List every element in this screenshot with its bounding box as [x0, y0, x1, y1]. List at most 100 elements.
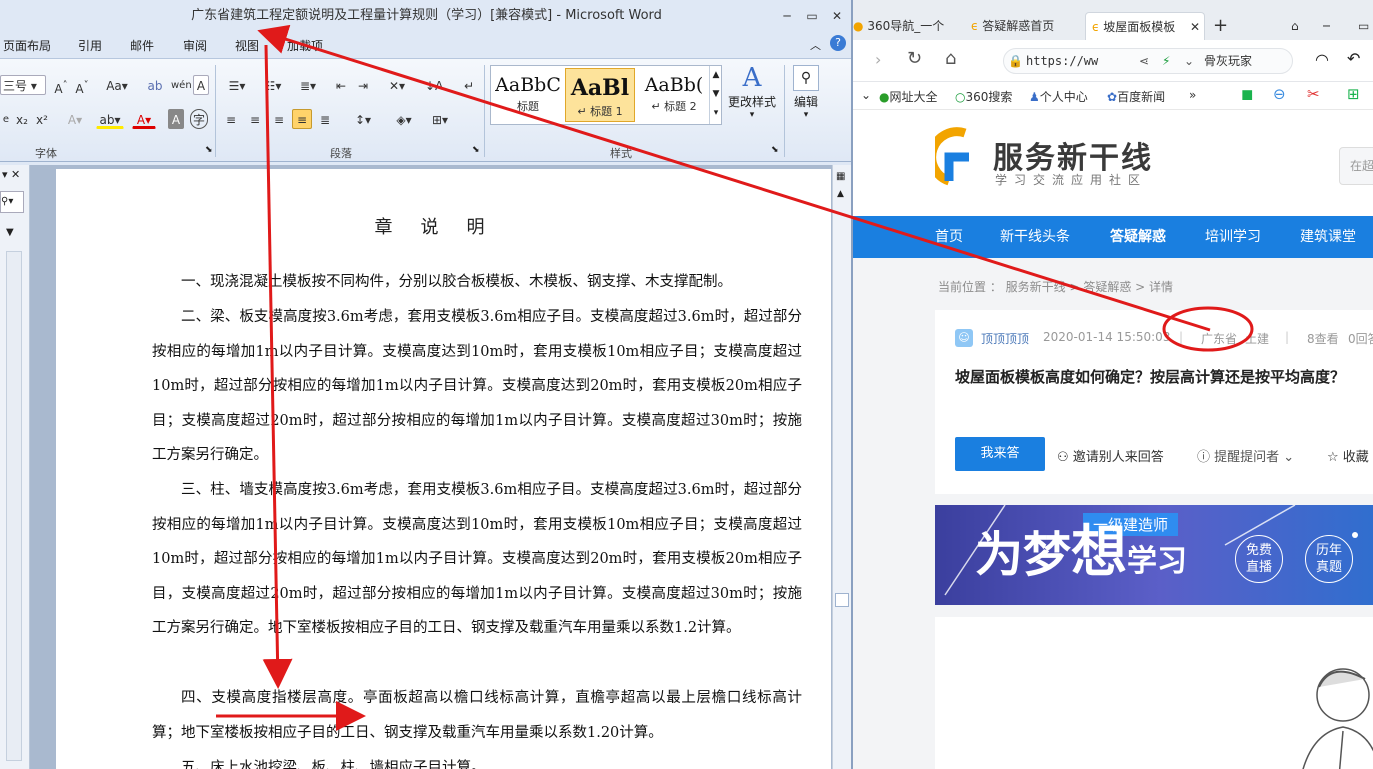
minimize-button[interactable]: ─ — [778, 8, 796, 24]
nav-item-classroom[interactable]: 建筑课堂 — [1300, 216, 1356, 258]
tab-close-icon[interactable]: ✕ — [1190, 13, 1200, 40]
font-color-icon[interactable]: A▾ — [132, 109, 156, 129]
remind-button[interactable]: ⓘ 提醒提问者 ⌄ — [1197, 446, 1294, 465]
char-border-icon[interactable]: A — [193, 75, 209, 95]
dialog-launcher-icon[interactable]: ⬊ — [205, 145, 213, 155]
forward-icon[interactable]: › — [875, 50, 881, 69]
highlight-icon[interactable]: ab▾ — [96, 109, 124, 129]
pane-chevron-down-icon[interactable]: ▼ — [6, 227, 14, 238]
numbering-icon[interactable]: ☷▾ — [258, 75, 288, 95]
ribbon-collapse-icon[interactable]: ︿ — [810, 37, 821, 53]
subscript-icon[interactable]: x₂ — [14, 109, 30, 129]
chinese-layout-icon[interactable]: ✕▾ — [384, 75, 410, 95]
close-button[interactable]: ✕ — [828, 8, 846, 24]
tab-view[interactable]: 视图 — [235, 37, 259, 54]
change-case-icon[interactable]: Aa▾ — [104, 75, 130, 95]
browser-maximize-icon[interactable]: ▭ — [1358, 12, 1369, 40]
bookmarks-more-icon[interactable]: » — [1189, 88, 1196, 102]
scroll-thumb[interactable] — [835, 593, 849, 607]
undo-icon[interactable]: ↶ — [1347, 49, 1360, 68]
tab-mailings[interactable]: 邮件 — [130, 37, 154, 54]
ext-scissors-icon[interactable]: ✂ — [1307, 85, 1320, 103]
browser-minimize-icon[interactable]: ─ — [1323, 12, 1330, 40]
text-effects-icon[interactable]: A▾ — [66, 109, 84, 129]
browser-tab-qa-home[interactable]: ϵ 答疑解惑首页 — [971, 12, 1071, 40]
show-marks-icon[interactable]: ↵ — [460, 75, 478, 95]
increase-indent-icon[interactable]: ⇥ — [354, 75, 372, 95]
bookmark-item[interactable]: ●网址大全 — [879, 88, 938, 105]
ad-banner[interactable]: 一级建造师 为梦想学习 免费直播 历年真题 — [935, 505, 1373, 605]
bookmark-chevron-icon[interactable]: ⌄ — [861, 88, 871, 102]
sort-icon[interactable]: ↓A — [424, 75, 444, 95]
change-styles-button[interactable]: A 更改样式 ▾ — [728, 63, 776, 129]
favorite-button[interactable]: ☆ 收藏 — [1327, 446, 1369, 465]
vertical-scrollbar[interactable]: ▦ ▲ — [832, 165, 851, 769]
lightning-icon[interactable]: ⚡ — [1162, 49, 1170, 73]
dialog-launcher-icon[interactable]: ⬊ — [771, 145, 779, 155]
distributed-icon[interactable]: ≣ — [316, 109, 334, 129]
grow-font-icon[interactable]: A˄ — [52, 75, 70, 96]
browser-tab-360[interactable]: ● 360导航_一个 — [853, 12, 953, 40]
pane-scrollbar[interactable] — [6, 251, 22, 761]
tab-addins[interactable]: 加载项 — [287, 37, 323, 54]
style-heading-1[interactable]: AaBl ↵ 标题 1 — [565, 68, 635, 122]
nav-item-qa[interactable]: 答疑解惑 — [1110, 216, 1166, 258]
borders-icon[interactable]: ⊞▾ — [426, 109, 454, 129]
invite-button[interactable]: ⚇ 邀请别人来回答 — [1057, 446, 1164, 465]
headphones-icon[interactable]: ◠ — [1315, 50, 1329, 69]
nav-item-headlines[interactable]: 新干线头条 — [1000, 216, 1070, 258]
style-heading-2[interactable]: AaBb( ↵ 标题 2 — [639, 68, 709, 122]
enclose-char-icon[interactable]: 字 — [190, 109, 208, 129]
line-spacing-icon[interactable]: ↕▾ — [350, 109, 376, 129]
browser-tab-active[interactable]: ϵ 坡屋面板模板 ✕ — [1085, 12, 1205, 40]
ruler-toggle-icon[interactable]: ▦ — [836, 171, 845, 182]
shrink-font-icon[interactable]: A˅ — [73, 75, 91, 96]
author-avatar[interactable]: ☺ — [955, 329, 973, 347]
question-author[interactable]: 顶顶顶顶 — [981, 330, 1029, 347]
nav-item-training[interactable]: 培训学习 — [1205, 216, 1261, 258]
shading-icon[interactable]: ◈▾ — [390, 109, 418, 129]
restore-button[interactable]: ▭ — [803, 8, 821, 24]
strikethrough-icon[interactable]: e — [0, 109, 12, 129]
pane-menu-icon[interactable]: ▾ ✕ — [2, 168, 20, 181]
bookmark-item[interactable]: ♟个人中心 — [1029, 88, 1088, 105]
scroll-up-icon[interactable]: ▲ — [837, 189, 844, 199]
phonetic-guide-icon[interactable]: wén — [170, 75, 192, 95]
ext-wechat-icon[interactable]: ◼ — [1241, 85, 1253, 103]
justify-icon[interactable]: ≡ — [292, 109, 312, 129]
ext-minus-icon[interactable]: ⊖ — [1273, 85, 1286, 103]
answer-button[interactable]: 我来答 — [955, 437, 1045, 471]
bullets-icon[interactable]: ☰▾ — [222, 75, 252, 95]
bookmark-item[interactable]: ✿百度新闻 — [1107, 88, 1165, 105]
font-size-select[interactable]: 三号 ▾ — [0, 75, 46, 95]
help-icon[interactable]: ? — [830, 35, 846, 51]
decrease-indent-icon[interactable]: ⇤ — [332, 75, 350, 95]
document-page[interactable]: 章说明 一、现浇混凝土模板按不同构件，分别以胶合板模板、木模板、钢支撑、木支撑配… — [56, 169, 831, 769]
superscript-icon[interactable]: x² — [34, 109, 50, 129]
url-input[interactable]: 🔒 https://ww ⋖ ⚡ ⌄ 骨灰玩家 — [1003, 48, 1293, 74]
clear-format-icon[interactable]: ab — [146, 75, 164, 95]
share-icon[interactable]: ⋖ — [1139, 49, 1149, 73]
shirt-icon[interactable]: ⌂ — [1291, 12, 1299, 40]
new-tab-button[interactable]: + — [1213, 12, 1228, 40]
pane-search-input[interactable]: ⚲▾ — [0, 191, 24, 213]
bookmark-item[interactable]: ○360搜索 — [955, 88, 1012, 105]
nav-item-home[interactable]: 首页 — [935, 216, 963, 258]
search-box-text[interactable]: 骨灰玩家 — [1204, 49, 1252, 73]
tab-references[interactable]: 引用 — [78, 37, 102, 54]
align-center-icon[interactable]: ≡ — [246, 109, 264, 129]
style-title[interactable]: AaBbC 标题 — [493, 68, 563, 122]
reload-icon[interactable]: ↻ — [907, 48, 922, 69]
ext-plus-icon[interactable]: ⊞ — [1347, 85, 1360, 103]
char-shading-icon[interactable]: A — [168, 109, 184, 129]
tab-review[interactable]: 审阅 — [183, 37, 207, 54]
home-icon[interactable]: ⌂ — [945, 48, 956, 69]
align-right-icon[interactable]: ≡ — [270, 109, 288, 129]
styles-scroll[interactable]: ▲ ▼ ▾ — [709, 66, 722, 124]
dialog-launcher-icon[interactable]: ⬊ — [472, 145, 480, 155]
multilevel-list-icon[interactable]: ≣▾ — [294, 75, 322, 95]
site-search-input[interactable]: 在超 — [1339, 147, 1373, 185]
edit-button[interactable]: ⚲ 编辑 ▾ — [790, 63, 822, 133]
chevron-down-icon[interactable]: ⌄ — [1184, 49, 1194, 73]
align-left-icon[interactable]: ≡ — [222, 109, 240, 129]
